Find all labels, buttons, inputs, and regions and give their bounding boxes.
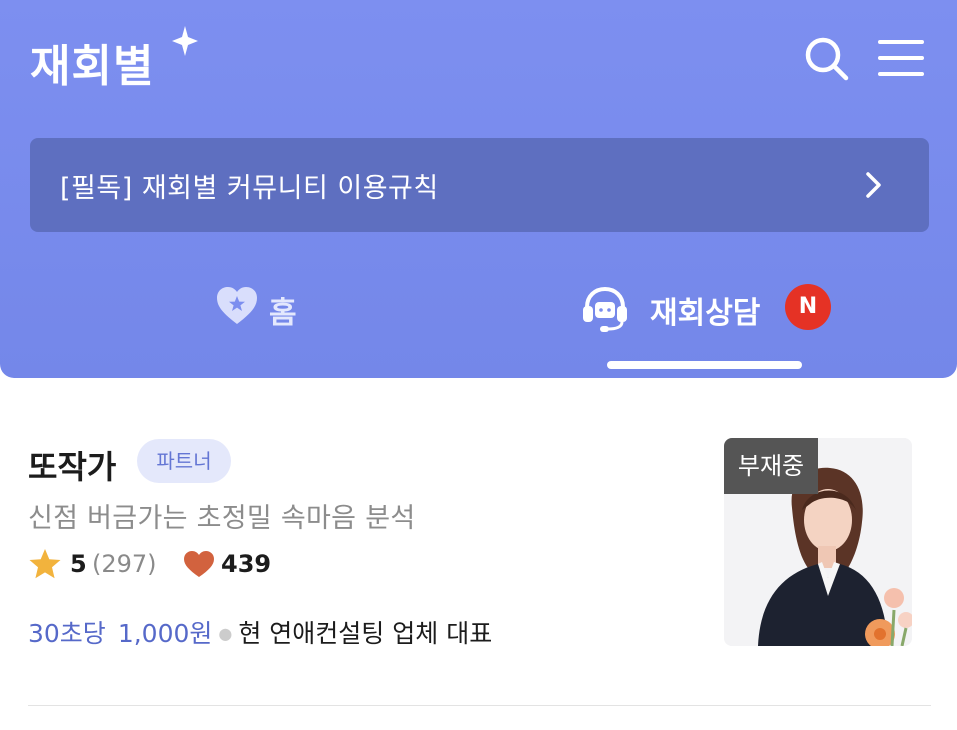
like-count: 439: [221, 550, 272, 578]
away-status-badge: 부재중: [724, 438, 818, 494]
search-icon: [805, 37, 849, 81]
app-header: 재회별 [필독] 재회별 커뮤니티 이용규칙 홈 재회상담 N: [0, 0, 957, 378]
counselor-card[interactable]: 또작가 파트너 신점 버금가는 초정밀 속마음 분석 5 (297) 439 3…: [0, 378, 957, 708]
heart-star-icon: [217, 287, 257, 324]
sparkle-icon: [172, 26, 198, 56]
hamburger-menu-icon: [878, 40, 924, 76]
active-tab-indicator: [607, 361, 802, 369]
tab-consult[interactable]: 재회상담 N: [478, 270, 957, 369]
tab-home-label: 홈: [269, 296, 297, 331]
counselor-photo: 부재중: [724, 438, 912, 646]
menu-button[interactable]: [876, 34, 926, 84]
unit-time: 30초당: [28, 619, 106, 648]
counselor-name: 또작가: [28, 448, 117, 486]
price-row: 30초당 1,000원 ● 현 연애컨설팅 업체 대표: [28, 614, 492, 650]
headset-icon: [583, 286, 627, 332]
counselor-tagline: 신점 버금가는 초정밀 속마음 분석: [28, 503, 416, 534]
notice-banner[interactable]: [필독] 재회별 커뮤니티 이용규칙: [30, 138, 929, 232]
separator-dot: ●: [218, 624, 233, 643]
tab-consult-label: 재회상담: [650, 296, 761, 331]
rating-value: 5: [70, 550, 87, 578]
notice-text: [필독] 재회별 커뮤니티 이용규칙: [60, 173, 439, 204]
search-button[interactable]: [802, 34, 852, 84]
review-count: (297): [92, 550, 157, 578]
heart-icon: [184, 551, 214, 577]
chevron-right-icon: [866, 172, 881, 198]
app-logo[interactable]: 재회별: [30, 30, 154, 94]
new-badge: N: [785, 284, 831, 330]
price: 1,000원: [117, 619, 213, 648]
partner-badge: 파트너: [137, 439, 231, 483]
list-divider: [28, 705, 931, 706]
star-icon: [29, 549, 61, 579]
counselor-position: 현 연애컨설팅 업체 대표: [238, 619, 493, 648]
tab-home[interactable]: 홈: [0, 270, 478, 366]
